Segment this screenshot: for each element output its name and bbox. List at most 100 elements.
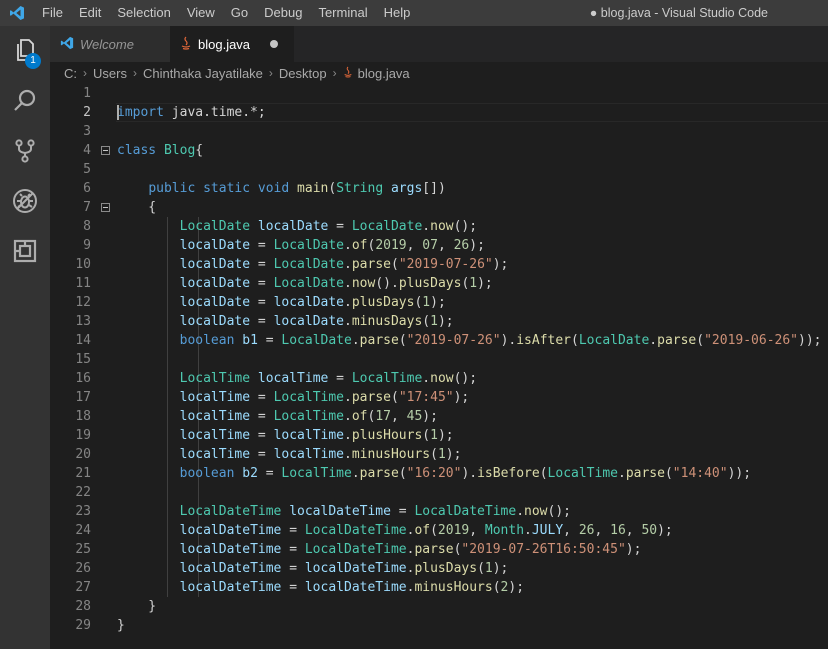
code-token: Blog <box>164 143 195 158</box>
code-token: . <box>649 333 657 348</box>
code-token: parse <box>360 466 399 481</box>
code-token <box>117 276 180 291</box>
code-line: 14 boolean b1 = LocalDate.parse("2019-07… <box>50 331 828 350</box>
menu-file[interactable]: File <box>34 0 71 26</box>
code-line: 8 LocalDate localDate = LocalDate.now(); <box>50 217 828 236</box>
menu-edit[interactable]: Edit <box>71 0 109 26</box>
code-editor[interactable]: 12import java.time.*;34class Blog{56 pub… <box>50 84 828 649</box>
chevron-right-icon: › <box>83 66 87 80</box>
code-token: LocalTime <box>274 409 344 424</box>
code-line: 11 localDate = LocalDate.now().plusDays(… <box>50 274 828 293</box>
breadcrumb-item[interactable]: C: <box>64 66 77 81</box>
code-token: = <box>250 257 273 272</box>
menu-terminal[interactable]: Terminal <box>310 0 375 26</box>
code-token: Month <box>485 523 524 538</box>
code-line: 25 localDateTime = LocalDateTime.parse("… <box>50 540 828 559</box>
fold-toggle-icon[interactable] <box>101 146 110 155</box>
code-token <box>250 219 258 234</box>
code-token: ( <box>399 466 407 481</box>
code-token: ( <box>399 333 407 348</box>
code-token: . <box>344 257 352 272</box>
code-token: localDateTime <box>289 504 391 519</box>
code-token: isAfter <box>516 333 571 348</box>
vscode-logo-icon <box>0 0 34 26</box>
code-token: = <box>281 580 304 595</box>
menu-bar: File Edit Selection View Go Debug Termin… <box>34 0 418 26</box>
code-token: localDateTime <box>180 523 282 538</box>
code-token: localDate <box>258 219 328 234</box>
code-token: localDateTime <box>305 580 407 595</box>
code-token: LocalDate <box>281 333 351 348</box>
line-number: 1 <box>50 84 91 103</box>
code-token: ); <box>430 295 446 310</box>
line-number: 18 <box>50 407 91 426</box>
code-token: 2019 <box>438 523 469 538</box>
breadcrumb-item[interactable]: blog.java <box>358 66 410 81</box>
fold-toggle-icon[interactable] <box>101 203 110 212</box>
code-token <box>250 181 258 196</box>
code-token: localTime <box>180 447 250 462</box>
tab-welcome[interactable]: Welcome <box>50 26 170 62</box>
code-token <box>117 466 180 481</box>
breadcrumb-item[interactable]: Users <box>93 66 127 81</box>
code-token: localDateTime <box>305 561 407 576</box>
menu-debug[interactable]: Debug <box>256 0 310 26</box>
tab-blog-java[interactable]: blog.java <box>170 26 294 62</box>
code-text: localDateTime = localDateTime.minusHours… <box>117 578 524 597</box>
code-token: { <box>195 143 203 158</box>
tab-label: Welcome <box>80 37 134 52</box>
source-control-icon[interactable] <box>9 135 41 167</box>
code-token: ); <box>438 428 454 443</box>
code-token <box>117 409 180 424</box>
menu-selection[interactable]: Selection <box>109 0 178 26</box>
menu-help[interactable]: Help <box>376 0 419 26</box>
code-token <box>289 181 297 196</box>
code-token: ( <box>430 523 438 538</box>
menu-go[interactable]: Go <box>223 0 256 26</box>
code-text: LocalTime localTime = LocalTime.now(); <box>117 369 477 388</box>
code-line: 1 <box>50 84 828 103</box>
code-token: ( <box>477 561 485 576</box>
code-token: ); <box>493 257 509 272</box>
code-text: boolean b1 = LocalDate.parse("2019-07-26… <box>117 331 822 350</box>
line-number: 28 <box>50 597 91 616</box>
line-number: 9 <box>50 236 91 255</box>
code-token: "2019-07-26" <box>407 333 501 348</box>
code-text: boolean b2 = LocalTime.parse("16:20").is… <box>117 464 751 483</box>
line-number: 3 <box>50 122 91 141</box>
debug-icon[interactable] <box>9 185 41 217</box>
code-token: . <box>422 371 430 386</box>
code-token: ); <box>422 409 438 424</box>
code-token: . <box>344 314 352 329</box>
breadcrumb-item[interactable]: Desktop <box>279 66 327 81</box>
code-line: 23 LocalDateTime localDateTime = LocalDa… <box>50 502 828 521</box>
extensions-icon[interactable] <box>9 235 41 267</box>
code-token: , <box>594 523 610 538</box>
line-number: 17 <box>50 388 91 407</box>
code-text: localDate = localDate.minusDays(1); <box>117 312 454 331</box>
tab-bar: Welcome blog.java <box>50 26 828 62</box>
code-line: 27 localDateTime = localDateTime.minusHo… <box>50 578 828 597</box>
code-token: ). <box>501 333 517 348</box>
code-token: 1 <box>485 561 493 576</box>
menu-view[interactable]: View <box>179 0 223 26</box>
code-token <box>117 219 180 234</box>
code-line: 3 <box>50 122 828 141</box>
unsaved-dot-icon[interactable] <box>270 40 278 48</box>
code-token: . <box>352 466 360 481</box>
code-text: localTime = LocalTime.parse("17:45"); <box>117 388 469 407</box>
code-text: localTime = localTime.plusHours(1); <box>117 426 454 445</box>
code-token <box>117 523 180 538</box>
code-token: ); <box>493 561 509 576</box>
code-token: ); <box>446 447 462 462</box>
code-text: localDate = LocalDate.of(2019, 07, 26); <box>117 236 485 255</box>
code-token: } <box>117 599 156 614</box>
code-token: LocalDateTime <box>180 504 282 519</box>
search-icon[interactable] <box>9 85 41 117</box>
code-token: ); <box>469 238 485 253</box>
code-token: minusDays <box>352 314 422 329</box>
code-token: . <box>344 428 352 443</box>
breadcrumb-item[interactable]: Chinthaka Jayatilake <box>143 66 263 81</box>
code-line: 26 localDateTime = localDateTime.plusDay… <box>50 559 828 578</box>
code-token: "2019-07-26" <box>399 257 493 272</box>
